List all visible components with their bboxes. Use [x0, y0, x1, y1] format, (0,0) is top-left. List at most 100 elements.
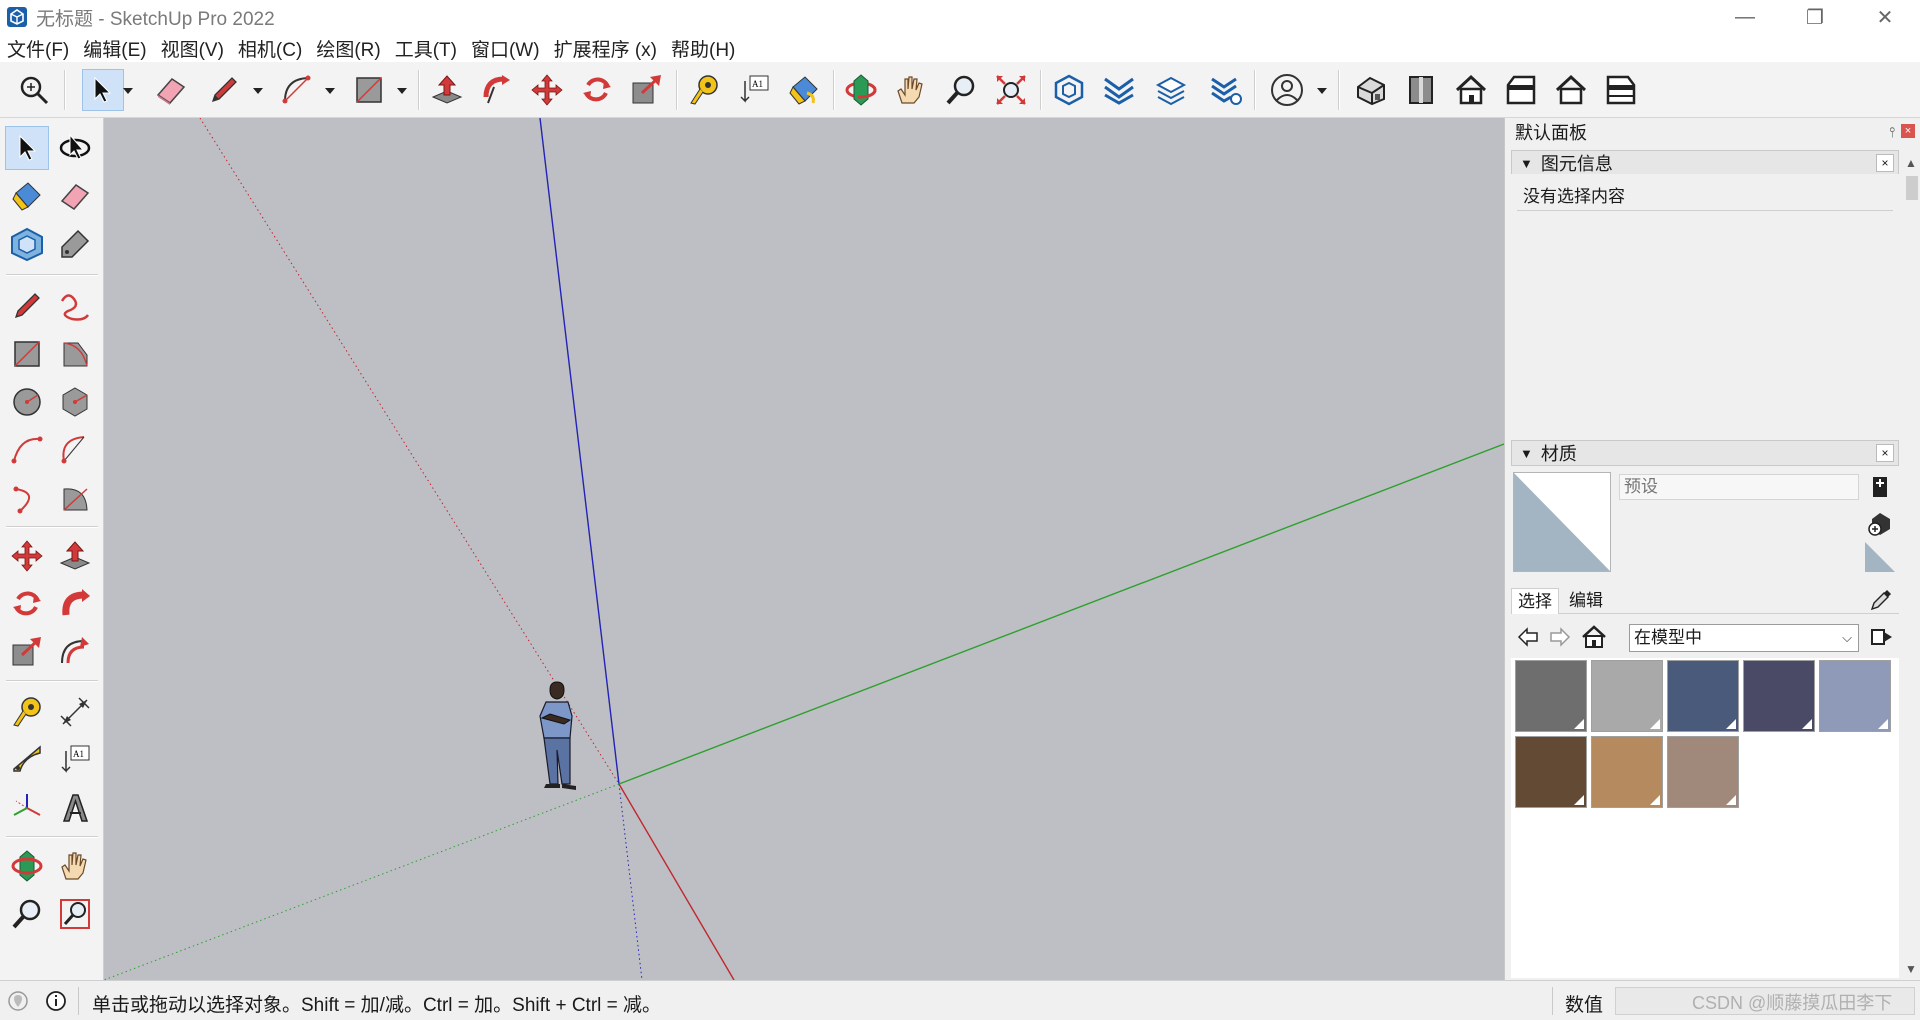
material-swatch[interactable] — [1667, 660, 1739, 732]
scale-tool-button[interactable] — [5, 630, 49, 674]
zoom-window-tool-button[interactable] — [53, 892, 97, 936]
polygon-tool-button[interactable] — [53, 380, 97, 424]
scale-figure[interactable] — [539, 681, 576, 790]
eyedropper-button[interactable] — [1869, 588, 1893, 617]
tray-scrollbar[interactable]: ▲ ▼ — [1903, 154, 1920, 980]
menu-tools[interactable]: 工具(T) — [388, 35, 464, 62]
chevron-down-icon[interactable] — [324, 85, 336, 97]
rotate-tool-button[interactable] — [576, 69, 618, 111]
details-button[interactable] — [1869, 624, 1895, 650]
entity-info-header[interactable]: ▼ 图元信息 × — [1511, 150, 1899, 176]
right-view-button[interactable] — [1500, 69, 1542, 111]
model-viewport[interactable] — [104, 118, 1504, 980]
orbit-select-tool-button[interactable] — [53, 126, 97, 170]
sample-paint-button[interactable] — [1865, 508, 1895, 538]
menu-draw[interactable]: 绘图(R) — [309, 35, 387, 62]
instructor-button[interactable] — [44, 989, 68, 1013]
axes-tool-button[interactable] — [5, 786, 49, 830]
material-swatch[interactable] — [1515, 736, 1587, 808]
follow-me-tool-button[interactable] — [53, 582, 97, 626]
component-tool-button[interactable] — [5, 222, 49, 266]
circle-tool-button[interactable] — [5, 380, 49, 424]
extension-manager-button[interactable] — [1205, 69, 1247, 111]
material-swatch[interactable] — [1667, 736, 1739, 808]
extension-warehouse-button[interactable] — [1098, 69, 1140, 111]
rectangle-tool-button[interactable] — [348, 69, 390, 111]
pin-icon[interactable]: ⫯ — [1889, 124, 1895, 141]
back-button[interactable] — [1515, 624, 1541, 650]
move-tool-button[interactable] — [5, 534, 49, 578]
top-view-button[interactable] — [1400, 69, 1442, 111]
rectangle-tool-button[interactable] — [5, 332, 49, 376]
zoom-extents-tool-button[interactable] — [990, 69, 1032, 111]
text-tool-button[interactable]: A1 — [53, 738, 97, 782]
tab-edit[interactable]: 编辑 — [1563, 588, 1609, 614]
close-icon[interactable]: × — [1876, 444, 1894, 462]
chevron-down-icon[interactable] — [396, 85, 408, 97]
dimension-tool-button[interactable] — [53, 690, 97, 734]
tape-measure-tool-button[interactable] — [5, 690, 49, 734]
eraser-tool-button[interactable] — [53, 174, 97, 218]
secondary-swatch[interactable] — [1865, 542, 1895, 572]
arc-tool-button[interactable] — [5, 428, 49, 472]
3d-text-tool-button[interactable] — [53, 786, 97, 830]
material-collection-select[interactable]: 在模型中 ⌵ — [1629, 624, 1859, 652]
offset-tool-button[interactable] — [53, 630, 97, 674]
paint-bucket-tool-button[interactable] — [5, 174, 49, 218]
text-tool-button[interactable]: A1 — [733, 69, 775, 111]
pie-tool-button[interactable] — [53, 476, 97, 520]
paint-bucket-tool-button[interactable] — [783, 69, 825, 111]
material-name-field[interactable] — [1619, 474, 1859, 500]
pan-tool-button[interactable] — [53, 844, 97, 888]
orbit-tool-button[interactable] — [840, 69, 882, 111]
create-material-button[interactable] — [1865, 472, 1895, 502]
left-view-button[interactable] — [1600, 69, 1642, 111]
zoom-tool-button[interactable] — [5, 892, 49, 936]
material-swatch[interactable] — [1591, 736, 1663, 808]
scroll-down-icon[interactable]: ▼ — [1905, 962, 1917, 976]
orbit-tool-button[interactable] — [5, 844, 49, 888]
tape-measure-tool-button[interactable] — [683, 69, 725, 111]
move-tool-button[interactable] — [526, 69, 568, 111]
material-swatch[interactable] — [1591, 660, 1663, 732]
account-button[interactable] — [1266, 69, 1308, 111]
close-icon[interactable]: × — [1901, 124, 1915, 138]
menu-help[interactable]: 帮助(H) — [664, 35, 742, 62]
menu-window[interactable]: 窗口(W) — [464, 35, 547, 62]
restore-button[interactable]: ❐ — [1780, 0, 1850, 34]
material-swatch[interactable] — [1743, 660, 1815, 732]
menu-file[interactable]: 文件(F) — [0, 35, 76, 62]
warehouse-button[interactable] — [1048, 69, 1090, 111]
tag-tool-button[interactable] — [53, 222, 97, 266]
rotate-tool-button[interactable] — [5, 582, 49, 626]
pan-tool-button[interactable] — [890, 69, 932, 111]
chevron-down-icon[interactable] — [252, 85, 264, 97]
two-point-arc-tool-button[interactable] — [53, 428, 97, 472]
front-view-button[interactable] — [1450, 69, 1492, 111]
iso-view-button[interactable] — [1350, 69, 1392, 111]
push-pull-tool-button[interactable] — [426, 69, 468, 111]
geo-location-button[interactable] — [6, 989, 30, 1013]
materials-header[interactable]: ▼ 材质 × — [1511, 440, 1899, 466]
scroll-up-icon[interactable]: ▲ — [1905, 156, 1917, 170]
scrollbar-thumb[interactable] — [1906, 176, 1918, 200]
select-tool-button[interactable] — [82, 69, 124, 111]
pencil-tool-button[interactable] — [5, 284, 49, 328]
chevron-down-icon[interactable] — [122, 85, 134, 97]
menu-edit[interactable]: 编辑(E) — [76, 35, 153, 62]
material-swatch[interactable] — [1515, 660, 1587, 732]
tab-select[interactable]: 选择 — [1511, 588, 1559, 614]
minimize-button[interactable]: — — [1710, 0, 1780, 34]
menu-extensions[interactable]: 扩展程序 (x) — [547, 35, 664, 62]
push-pull-tool-button[interactable] — [53, 534, 97, 578]
layout-button[interactable] — [1150, 69, 1192, 111]
close-icon[interactable]: × — [1876, 154, 1894, 172]
forward-button[interactable] — [1547, 624, 1573, 650]
pencil-tool-button[interactable] — [203, 69, 245, 111]
rotated-rectangle-tool-button[interactable] — [53, 332, 97, 376]
follow-me-tool-button[interactable] — [476, 69, 518, 111]
menu-camera[interactable]: 相机(C) — [231, 35, 309, 62]
protractor-tool-button[interactable] — [5, 738, 49, 782]
three-point-arc-tool-button[interactable] — [5, 476, 49, 520]
scale-tool-button[interactable] — [626, 69, 668, 111]
